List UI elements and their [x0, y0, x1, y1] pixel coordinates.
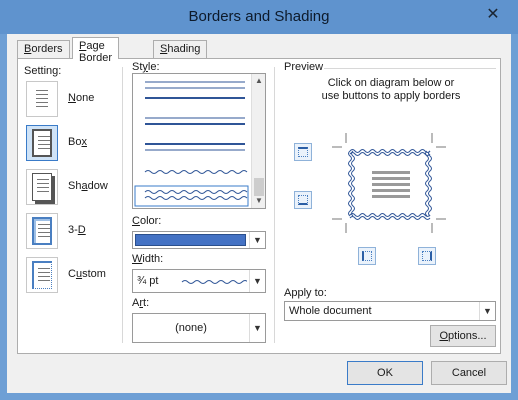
- art-value: (none): [175, 322, 207, 334]
- chevron-down-icon: ▼: [249, 270, 265, 292]
- page-border-panel: Setting: None Box Shadow 3-D Custom Styl…: [17, 58, 501, 354]
- style-swatches: [134, 81, 249, 207]
- style-label: Style:: [132, 61, 160, 73]
- preview-diagram[interactable]: [332, 133, 452, 233]
- setting-shadow-label: Shadow: [68, 180, 108, 192]
- setting-box[interactable]: Box: [26, 125, 118, 161]
- color-swatch: [135, 234, 246, 246]
- apply-to-label: Apply to:: [284, 287, 327, 299]
- setting-none[interactable]: None: [26, 81, 118, 117]
- apply-to-dropdown[interactable]: Whole document ▼: [284, 301, 496, 321]
- width-label: Width:: [132, 253, 164, 265]
- preview-label: Preview: [284, 61, 324, 73]
- apply-to-value: Whole document: [289, 305, 372, 317]
- setting-3d-label: 3-D: [68, 224, 86, 236]
- setting-custom-label: Custom: [68, 268, 106, 280]
- style-wave: [144, 170, 248, 174]
- setting-label: Setting:: [24, 65, 62, 77]
- chevron-down-icon: ▼: [249, 232, 265, 248]
- preview-instructions-1: Click on diagram below or: [327, 77, 455, 89]
- preview-rule: [324, 68, 496, 69]
- left-border-button[interactable]: [358, 247, 376, 265]
- border-right-icon: [422, 251, 432, 261]
- setting-custom[interactable]: Custom: [26, 257, 118, 293]
- preview-instructions-2: use buttons to apply borders: [321, 90, 461, 102]
- title-bar: Borders and Shading ✕: [0, 0, 518, 34]
- chevron-down-icon: ▼: [479, 302, 495, 320]
- page-shadow-icon: [26, 169, 58, 205]
- cancel-button[interactable]: Cancel: [431, 361, 507, 385]
- width-wave-preview: [181, 280, 247, 284]
- style-list[interactable]: ▲ ▼: [132, 73, 266, 209]
- tab-borders-label: orders: [31, 43, 63, 55]
- border-bottom-icon: [298, 195, 308, 205]
- setting-shadow[interactable]: Shadow: [26, 169, 118, 205]
- tab-page-border[interactable]: Page Border: [72, 37, 120, 64]
- setting-box-label: Box: [68, 136, 87, 148]
- options-button[interactable]: Options...: [430, 325, 496, 347]
- top-border-button[interactable]: [294, 143, 312, 161]
- window-title: Borders and Shading: [188, 8, 330, 25]
- bottom-border-button[interactable]: [294, 191, 312, 209]
- scroll-down-icon[interactable]: ▼: [252, 194, 266, 208]
- page-none-icon: [26, 81, 58, 117]
- page-box-icon: [26, 125, 58, 161]
- style-scrollbar[interactable]: ▲ ▼: [251, 74, 265, 208]
- tab-shading[interactable]: Shading: [153, 40, 208, 58]
- art-label: Art:: [132, 297, 150, 309]
- page-custom-icon: [26, 257, 58, 293]
- close-button[interactable]: ✕: [480, 4, 506, 26]
- page-3d-icon: [26, 213, 58, 249]
- right-border-button[interactable]: [418, 247, 436, 265]
- setting-none-label: None: [68, 92, 95, 104]
- tab-shading-label: hading: [167, 43, 201, 55]
- setting-3d[interactable]: 3-D: [26, 213, 118, 249]
- color-label: Color:: [132, 215, 162, 227]
- scroll-up-icon[interactable]: ▲: [252, 74, 266, 88]
- style-double-wave-selected: [134, 185, 249, 207]
- dialog-body: Borders Page Border Shading Setting: Non…: [7, 34, 511, 393]
- color-dropdown[interactable]: ▼: [132, 231, 266, 249]
- width-value: ¾ pt: [137, 275, 159, 287]
- preview-divider: [274, 67, 275, 343]
- border-top-icon: [298, 147, 308, 157]
- close-icon: ✕: [486, 6, 500, 23]
- tab-borders[interactable]: Borders: [17, 40, 70, 58]
- art-dropdown[interactable]: (none) ▼: [132, 313, 266, 343]
- setting-divider: [122, 67, 123, 343]
- width-dropdown[interactable]: ¾ pt ▼: [132, 269, 266, 293]
- chevron-down-icon: ▼: [249, 314, 265, 342]
- ok-button[interactable]: OK: [347, 361, 423, 385]
- border-left-icon: [362, 251, 372, 261]
